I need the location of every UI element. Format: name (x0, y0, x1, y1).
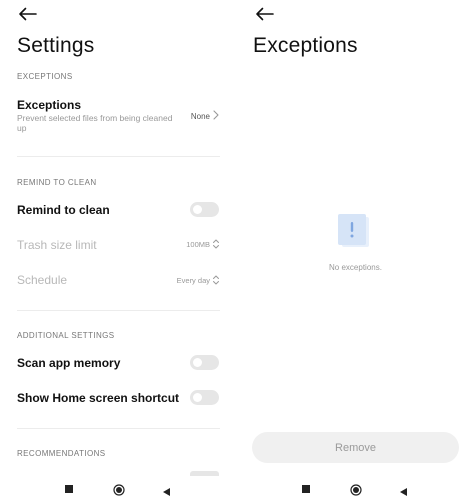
back-arrow-icon[interactable] (254, 6, 274, 22)
toggle-knob (193, 358, 202, 367)
section-label-recommendations: RECOMMENDATIONS (17, 449, 106, 458)
settings-screen: Settings EXCEPTIONS Exceptions Prevent s… (0, 0, 237, 503)
exceptions-row-value: None (190, 112, 210, 121)
system-nav-bar (0, 476, 237, 503)
page-title: Exceptions (253, 34, 358, 57)
remind-toggle[interactable] (190, 202, 219, 217)
home-shortcut-toggle[interactable] (190, 390, 219, 405)
home-circle-icon[interactable] (350, 483, 362, 496)
exceptions-row-title: Exceptions (17, 98, 82, 112)
scan-row-title: Scan app memory (17, 356, 121, 370)
back-triangle-icon[interactable] (399, 484, 408, 496)
divider (17, 310, 220, 311)
back-arrow-icon[interactable] (17, 6, 37, 22)
divider (17, 428, 220, 429)
scan-memory-toggle[interactable] (190, 355, 219, 370)
remind-row-title: Remind to clean (17, 203, 110, 217)
chevron-right-icon (212, 110, 220, 120)
trash-row-title: Trash size limit (17, 238, 97, 252)
chevron-up-down-icon (212, 239, 220, 249)
recents-square-icon[interactable] (65, 485, 73, 493)
section-label-exceptions: EXCEPTIONS (17, 72, 73, 81)
section-label-additional: ADDITIONAL SETTINGS (17, 331, 115, 340)
remove-button[interactable]: Remove (252, 432, 459, 463)
empty-state-text: No exceptions. (329, 263, 382, 272)
section-label-remind: REMIND TO CLEAN (17, 178, 97, 187)
recents-square-icon[interactable] (302, 485, 310, 493)
schedule-row-value: Every day (176, 276, 210, 285)
chevron-up-down-icon (212, 275, 220, 285)
back-triangle-icon[interactable] (162, 484, 171, 496)
page-title: Settings (17, 34, 95, 57)
exclamation-document-icon (338, 214, 370, 248)
trash-row-value: 100MB (186, 240, 210, 249)
exceptions-screen: Exceptions No exceptions. Remove (237, 0, 474, 503)
home-circle-icon[interactable] (113, 483, 125, 496)
shortcut-row-title: Show Home screen shortcut (17, 391, 180, 405)
exceptions-row-subtitle: Prevent selected files from being cleane… (17, 113, 173, 133)
system-nav-bar (237, 476, 474, 503)
toggle-knob (193, 205, 202, 214)
toggle-knob (193, 393, 202, 402)
schedule-row-title: Schedule (17, 273, 68, 287)
divider (17, 156, 220, 157)
